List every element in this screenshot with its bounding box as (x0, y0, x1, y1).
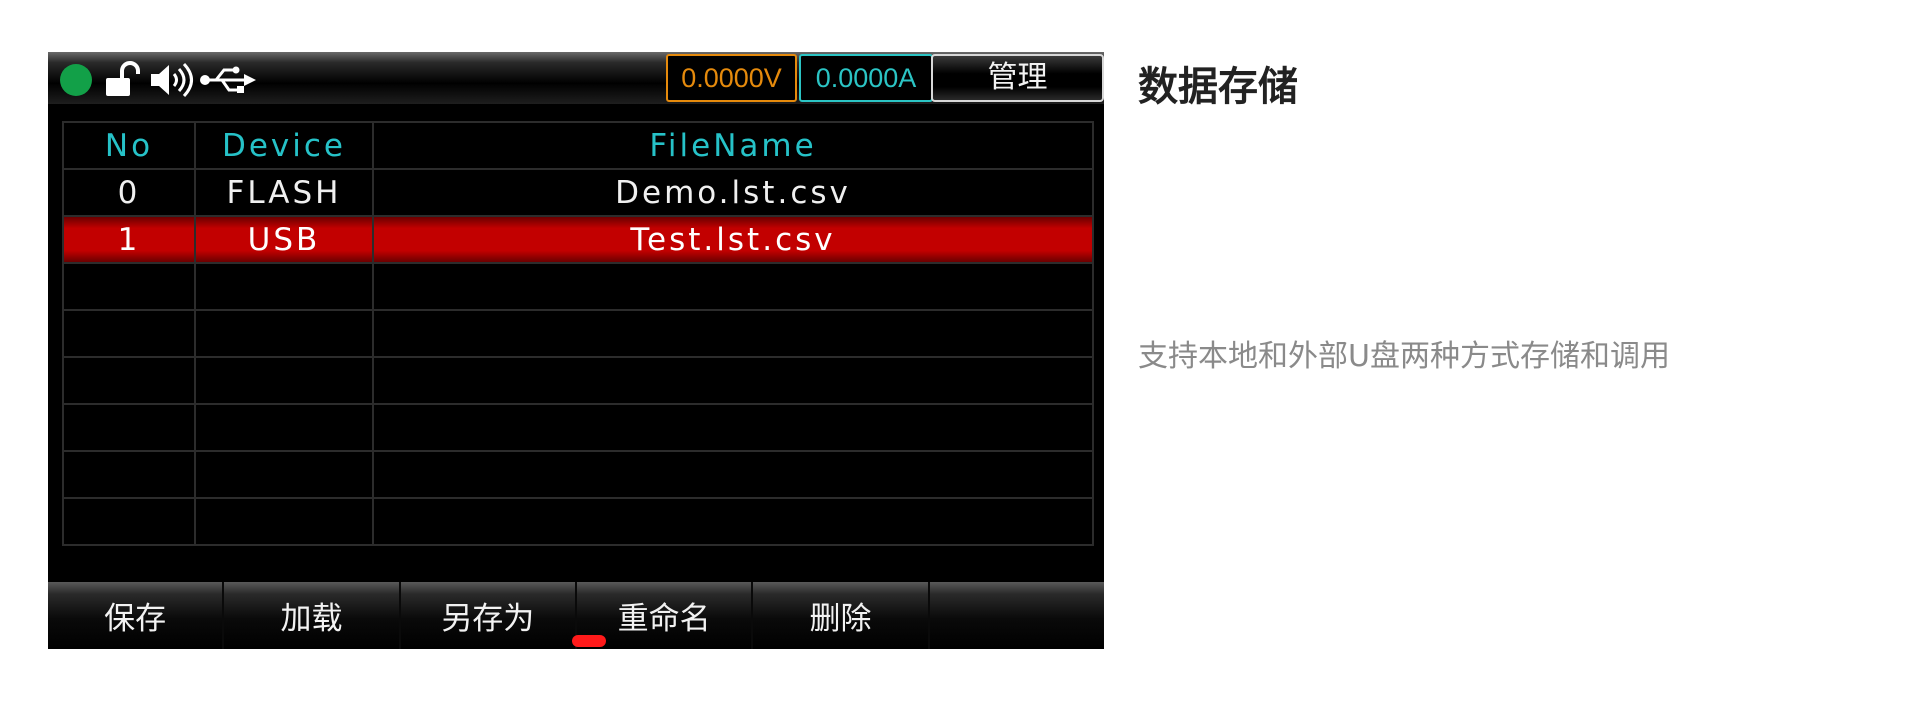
section-title: 数据存储 (1138, 64, 1298, 110)
table-row-empty[interactable] (62, 309, 1094, 358)
cell-filename: Test.lst.csv (372, 215, 1094, 264)
cell-filename: Demo.lst.csv (372, 168, 1094, 217)
table-row-empty[interactable] (62, 403, 1094, 452)
empty-cell (62, 497, 196, 546)
empty-cell (62, 450, 196, 499)
table-row-empty[interactable] (62, 497, 1094, 546)
empty-cell (194, 262, 374, 311)
empty-cell (194, 309, 374, 358)
cell-device: FLASH (194, 168, 374, 217)
page-indicator (572, 635, 606, 647)
file-table: No Device FileName 0 FLASH Demo.lst.csv … (62, 121, 1094, 546)
empty-cell (372, 497, 1094, 546)
usb-icon[interactable] (198, 64, 258, 96)
save-button[interactable]: 保存 (48, 582, 225, 649)
table-row-empty[interactable] (62, 262, 1094, 311)
delete-button[interactable]: 删除 (753, 582, 930, 649)
device-screen: 0.0000V 0.0000A 管理 No Device FileName 0 … (48, 52, 1104, 649)
table-row-empty[interactable] (62, 450, 1094, 499)
empty-cell (62, 262, 196, 311)
empty-cell (62, 403, 196, 452)
empty-cell (372, 450, 1094, 499)
manage-button[interactable]: 管理 (931, 54, 1104, 102)
cell-no: 1 (62, 215, 196, 264)
table-row-empty[interactable] (62, 356, 1094, 405)
status-bar: 0.0000V 0.0000A 管理 (48, 52, 1104, 104)
empty-cell (194, 356, 374, 405)
empty-cell (194, 450, 374, 499)
header-device: Device (194, 121, 374, 170)
empty-cell (194, 403, 374, 452)
cell-device: USB (194, 215, 374, 264)
empty-cell (62, 356, 196, 405)
cell-no: 0 (62, 168, 196, 217)
section-description: 支持本地和外部U盘两种方式存储和调用 (1138, 339, 1670, 374)
status-indicator-icon (60, 64, 92, 96)
table-row-selected[interactable]: 1 USB Test.lst.csv (62, 215, 1094, 264)
load-button[interactable]: 加载 (224, 582, 401, 649)
empty-cell (194, 497, 374, 546)
header-filename: FileName (372, 121, 1094, 170)
empty-cell (372, 262, 1094, 311)
voltage-readout: 0.0000V (666, 54, 797, 102)
empty-cell (372, 403, 1094, 452)
empty-softkey[interactable] (929, 582, 1104, 649)
table-row[interactable]: 0 FLASH Demo.lst.csv (62, 168, 1094, 217)
speaker-icon[interactable] (148, 60, 198, 100)
empty-cell (372, 309, 1094, 358)
header-no: No (62, 121, 196, 170)
empty-cell (372, 356, 1094, 405)
save-as-button[interactable]: 另存为 (400, 582, 577, 649)
empty-cell (62, 309, 196, 358)
table-header-row: No Device FileName (62, 121, 1094, 170)
unlock-icon[interactable] (102, 60, 142, 100)
current-readout: 0.0000A (799, 54, 933, 102)
